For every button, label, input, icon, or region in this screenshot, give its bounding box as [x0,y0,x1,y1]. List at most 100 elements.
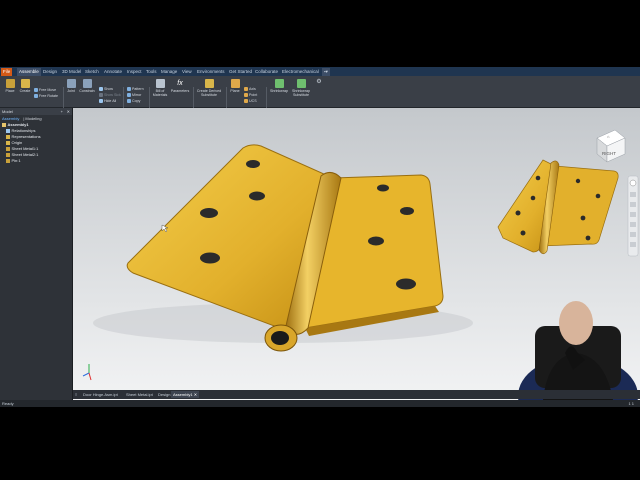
doc-tab-door-hinge[interactable]: Door Hinge.Asm.ipt [81,391,120,398]
browser-tree: Assembly1 Relationships Representations … [0,122,72,164]
tab-get-started[interactable]: Get Started [227,68,254,76]
mirror-label: Mirror [132,93,142,97]
place-button[interactable]: Place [3,79,17,93]
shrinkwrap-substitute-button[interactable]: Shrinkwrap Substitute [290,79,312,97]
point-icon [244,93,248,98]
close-icon[interactable]: ✕ [194,392,197,397]
ucs-label: UCS [249,99,257,103]
add-icon[interactable]: + [61,108,63,115]
tree-item-label: Relationships [11,128,36,133]
model-canvas[interactable]: RIGHT ⌂ [73,108,640,400]
tab-inspect[interactable]: Inspect [125,68,144,76]
ribbon-options-button[interactable]: ▪▾ [322,68,330,76]
free-rotate-button[interactable]: Free Rotate [34,93,58,99]
part-icon [6,159,10,163]
bom-icon [155,79,165,88]
place-icon [5,79,15,88]
fx-icon: fx [177,80,183,87]
shrinkwrap-substitute-icon [296,79,306,88]
tab-assembly[interactable]: Assembly [2,116,19,121]
close-icon[interactable]: ✕ [67,108,70,115]
tree-item-pin[interactable]: Pin:1 [2,158,72,164]
tab-file[interactable]: File [1,68,13,76]
navigation-bar [627,175,639,257]
joint-button[interactable]: Joint [65,79,77,93]
joint-icon [66,79,76,88]
tab-collaborate[interactable]: Collaborate [253,68,280,76]
joint-label: Joint [67,89,75,93]
place-label: Place [5,89,15,93]
tab-sketch[interactable]: Sketch [83,68,101,76]
tab-assemble[interactable]: Assemble [17,68,41,76]
hide-all-button[interactable]: Hide All [99,98,116,104]
parameters-button[interactable]: fx Parameters [170,79,190,93]
copy-button[interactable]: Copy [127,98,140,104]
orbit-icon[interactable] [630,212,636,217]
tab-modeling[interactable]: Modeling [25,116,41,121]
tab-tools[interactable]: Tools [144,68,159,76]
tab-electromechanical[interactable]: Electromechanical [280,68,321,76]
look-at-icon[interactable] [630,222,636,227]
tree-item-label: Representations [11,134,41,139]
free-rotate-icon [34,94,38,99]
free-rotate-label: Free Rotate [39,94,58,98]
show-sick-label: Show Sick [104,93,121,97]
presenter-head [559,301,593,345]
viewcube[interactable]: RIGHT ⌂ [596,129,626,163]
zoom-icon[interactable] [630,202,636,207]
settings-gear-button[interactable]: ⚙ [315,79,323,85]
free-move-icon [34,88,38,93]
shrinkwrap-button[interactable]: Shrinkwrap [269,79,289,93]
create-button[interactable]: Create [18,79,32,93]
constrain-icon [82,79,92,88]
coordinate-triad [82,364,92,381]
document-tabs: ≡ Door Hinge.Asm.ipt Sheet Metal.ipt Des… [73,390,640,399]
ucs-button[interactable]: UCS [244,98,257,104]
hide-all-icon [99,99,103,104]
show-label: Show [104,87,113,91]
bom-button[interactable]: Bill of Materials [151,79,169,97]
part-icon [6,147,10,151]
ucs-icon [244,99,248,104]
browser-tabs: Assembly |Modeling [2,116,42,121]
pattern-label: Pattern [132,87,144,91]
assembly-icon [2,123,6,127]
tab-manage[interactable]: Manage [159,68,179,76]
constrain-label: Constrain [79,89,95,93]
tab-annotate[interactable]: Annotate [102,68,124,76]
plane-button[interactable]: Plane [229,79,241,93]
axis-icon [244,87,248,92]
graphics-viewport[interactable]: RIGHT ⌂ [73,108,640,400]
plane-label: Plane [230,89,240,93]
doc-tab-sheet-metal[interactable]: Sheet Metal.ipt [124,391,155,398]
bom-label: Bill of Materials [152,89,168,97]
tab-3d-model[interactable]: 3D Model [60,68,83,76]
create-derived-substitute-button[interactable]: Create Derived Substitute [195,79,223,97]
doc-tab-assembly1[interactable]: Assembly1 ✕ [171,391,200,398]
steering-wheel-icon[interactable] [629,179,637,187]
parameters-label: Parameters [170,89,190,93]
model-browser: Model ✕ + Assembly |Modeling Assembly1 Rela… [0,108,73,400]
constrain-button[interactable]: Constrain [78,79,96,93]
status-text: Ready [2,401,14,406]
copy-icon [127,99,131,104]
full-navigation-icon[interactable] [630,242,636,247]
viewcube-label: RIGHT [602,151,616,156]
zoom-all-icon[interactable] [630,232,636,237]
tab-view[interactable]: View [180,68,194,76]
pan-icon[interactable] [630,192,636,197]
tab-design[interactable]: Design [41,68,59,76]
hide-all-label: Hide All [104,99,117,103]
point-label: Point [249,93,258,97]
shrinkwrap-icon [274,79,284,88]
show-icon [99,87,103,92]
tabs-menu-icon[interactable]: ≡ [73,391,79,398]
doc-tab-design[interactable]: Design [156,391,172,398]
ribbon-panel: Place Create Free Move Free Rotate Compo… [0,76,640,115]
create-label: Create [19,89,31,93]
free-move-label: Free Move [39,88,57,92]
gear-icon: ⚙ [316,79,322,85]
tab-environments[interactable]: Environments [195,68,227,76]
status-counters: 1 1 [628,401,634,406]
folder-icon [6,141,10,145]
